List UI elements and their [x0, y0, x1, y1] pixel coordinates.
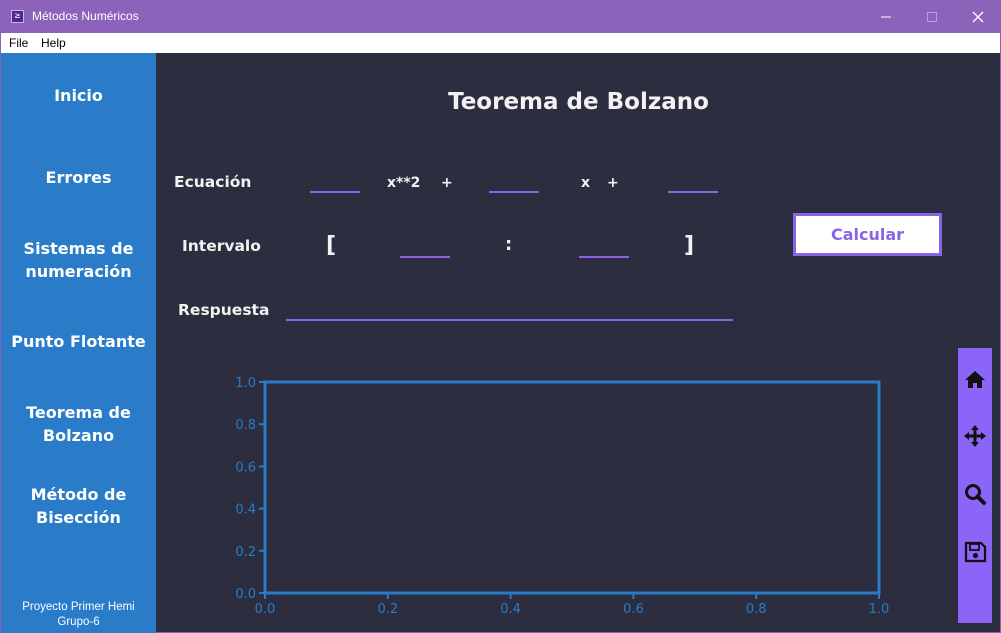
maximize-button[interactable]	[909, 1, 955, 33]
home-button[interactable]	[958, 360, 992, 400]
minimize-button[interactable]	[863, 1, 909, 33]
sidebar-item-sistemas[interactable]: Sistemas de numeración	[1, 237, 156, 283]
y-tick-label: 1.0	[235, 376, 256, 391]
plus-sign: +	[441, 175, 453, 191]
sidebar-item-punto-flotante[interactable]: Punto Flotante	[1, 330, 156, 353]
coefficient-a-input[interactable]	[310, 173, 360, 193]
sidebar-item-label: Errores	[45, 168, 112, 187]
x-tick-label: 0.4	[500, 602, 521, 617]
plot-axes-frame	[263, 380, 881, 595]
save-icon	[964, 541, 987, 563]
title-bar: ≥ Métodos Numéricos	[1, 1, 1000, 33]
app-icon: ≥	[11, 10, 24, 23]
sidebar-item-label-line2: Bisección	[36, 508, 121, 527]
plus-sign: +	[607, 175, 619, 191]
sidebar-item-bolzano[interactable]: Teorema de Bolzano	[1, 401, 156, 447]
sidebar-item-label: Método de	[30, 485, 127, 504]
sidebar-item-inicio[interactable]: Inicio	[1, 84, 156, 107]
x-tick-label: 0.0	[255, 602, 276, 617]
move-icon	[964, 425, 986, 447]
x-tick-label: 0.6	[623, 602, 644, 617]
plot-toolbar	[958, 348, 992, 623]
footer-group: Grupo-6	[57, 616, 100, 628]
page-title: Teorema de Bolzano	[448, 89, 709, 115]
pan-button[interactable]	[958, 416, 992, 456]
save-button[interactable]	[958, 532, 992, 572]
answer-field[interactable]	[286, 301, 733, 321]
zoom-icon	[965, 484, 986, 505]
x-tick-label: 0.8	[746, 602, 767, 617]
zoom-button[interactable]	[958, 474, 992, 514]
plot-canvas[interactable]: 0.0 0.2 0.4 0.6 0.8 1.0 0.0 0.2 0.4 0.6 0.8 1.0	[216, 371, 896, 629]
x-term: x	[581, 175, 591, 191]
y-tick-label: 0.4	[235, 503, 256, 518]
y-tick-label: 0.6	[235, 460, 256, 475]
interval-colon: :	[505, 234, 513, 255]
x-tick-label: 1.0	[869, 602, 890, 617]
window-title: Métodos Numéricos	[32, 9, 139, 23]
minimize-icon	[881, 16, 891, 18]
sidebar: Inicio Errores Sistemas de numeración Pu…	[1, 53, 156, 633]
bracket-close: ]	[684, 233, 695, 258]
sidebar-footer: Proyecto Primer Hemi Grupo-6	[1, 600, 156, 630]
menu-file[interactable]: File	[9, 36, 28, 50]
calculate-button[interactable]: Calcular	[793, 213, 942, 256]
sidebar-item-errores[interactable]: Errores	[1, 166, 156, 189]
bracket-open: [	[326, 233, 337, 258]
interval-label: Intervalo	[182, 237, 261, 255]
sidebar-item-label-line2: Bolzano	[42, 426, 115, 445]
footer-project: Proyecto Primer Hemi	[22, 601, 135, 613]
equation-label: Ecuación	[174, 173, 252, 191]
sidebar-item-label: Sistemas de	[23, 239, 134, 258]
sidebar-item-label: Inicio	[54, 86, 103, 105]
interval-a-input[interactable]	[400, 238, 450, 258]
answer-label: Respuesta	[178, 301, 270, 319]
sidebar-item-biseccion[interactable]: Método de Bisección	[1, 483, 156, 529]
y-tick-label: 0.2	[235, 545, 256, 560]
home-icon	[965, 371, 985, 388]
interval-b-input[interactable]	[579, 238, 629, 258]
menu-help[interactable]: Help	[41, 36, 66, 50]
app-window: ≥ Métodos Numéricos File Help Inicio Err…	[0, 0, 1001, 633]
maximize-icon	[927, 12, 937, 22]
sidebar-item-label-line2: numeración	[25, 262, 132, 281]
close-button[interactable]	[955, 1, 1001, 33]
coefficient-c-input[interactable]	[668, 173, 718, 193]
x-squared-term: x**2	[387, 175, 421, 191]
coefficient-b-input[interactable]	[489, 173, 539, 193]
menu-bar: File Help	[1, 33, 1000, 53]
y-tick-label: 0.0	[235, 587, 256, 602]
y-tick-label: 0.8	[235, 418, 256, 433]
x-tick-label: 0.2	[377, 602, 398, 617]
close-icon	[972, 11, 984, 23]
sidebar-item-label: Teorema de	[26, 403, 131, 422]
sidebar-item-label: Punto Flotante	[11, 332, 146, 351]
